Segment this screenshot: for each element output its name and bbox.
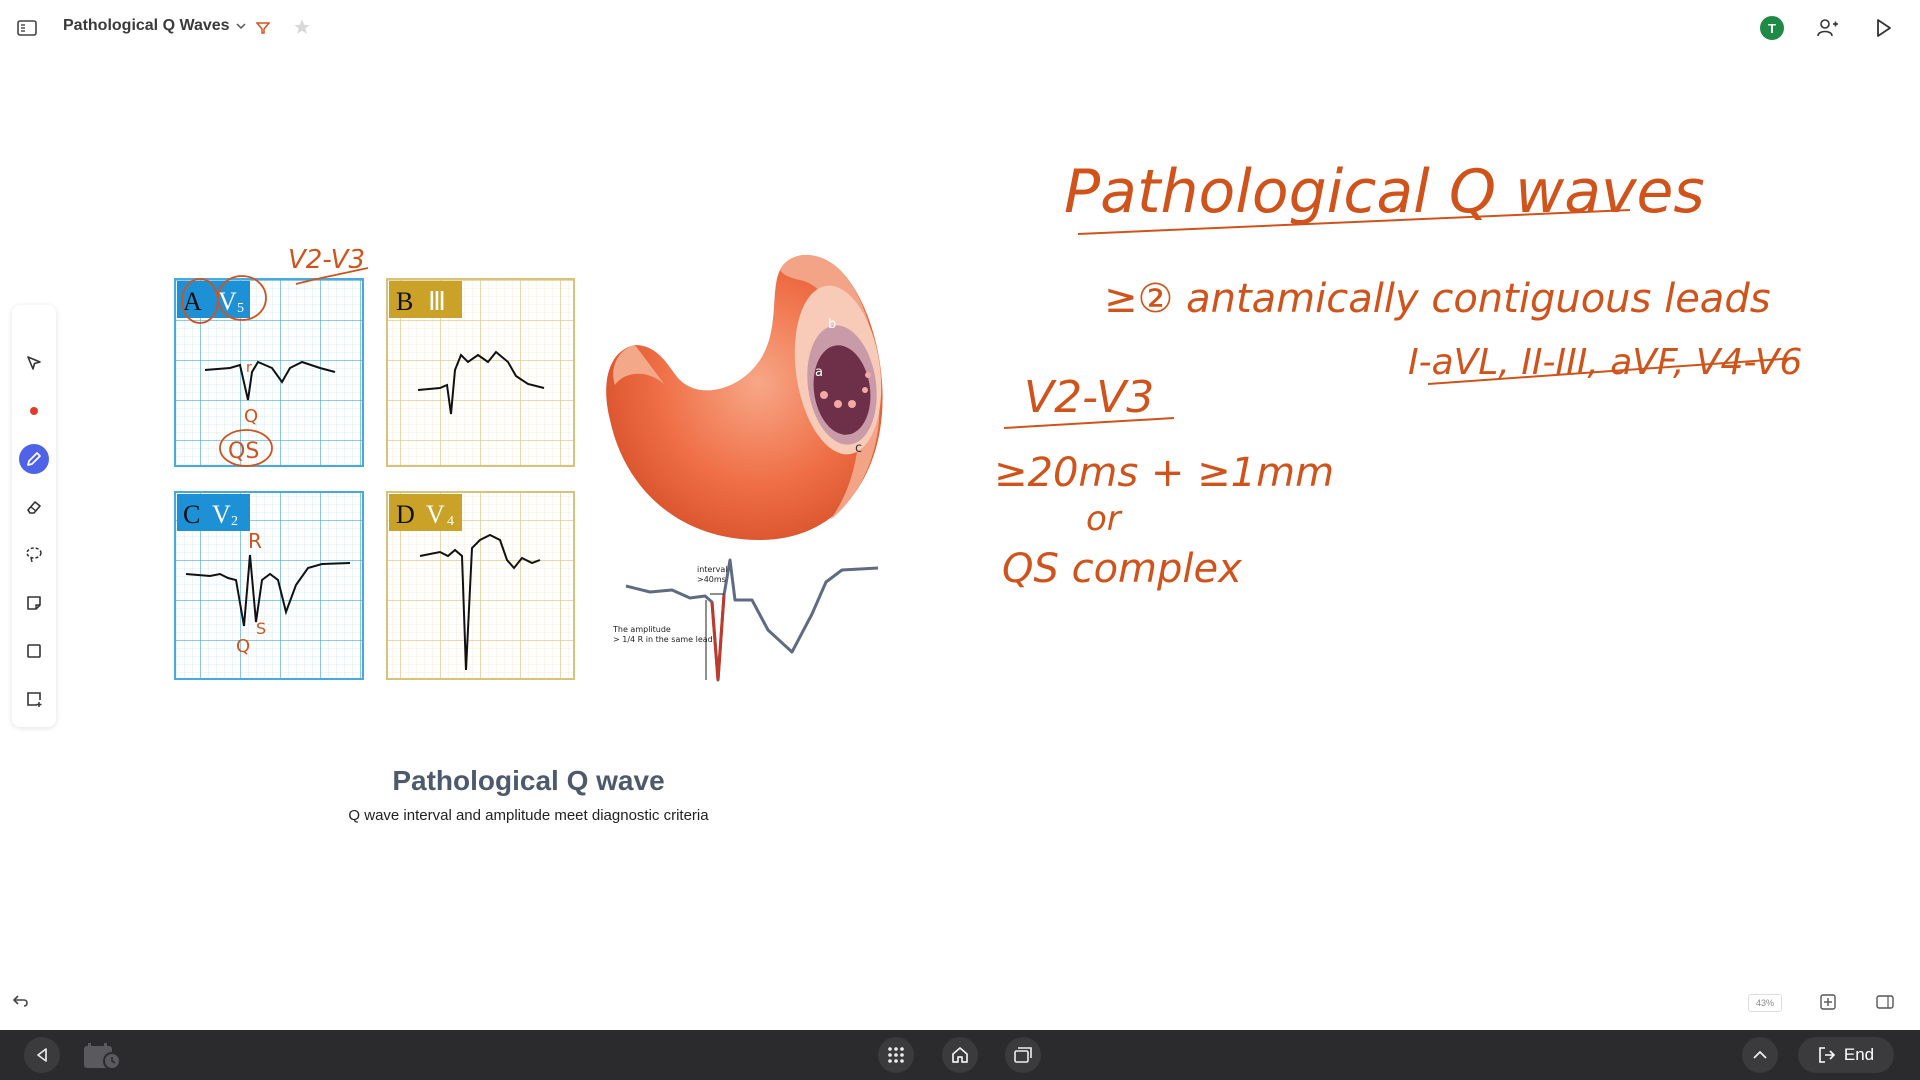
ecg-panel-c: C V 2 bbox=[174, 491, 364, 680]
figure-caption-subtitle: Q wave interval and amplitude meet diagn… bbox=[348, 807, 709, 824]
heart-label-b: b bbox=[828, 317, 836, 332]
end-session-label: End bbox=[1843, 1045, 1875, 1064]
annotation-small-v2v3: V2-V3 bbox=[288, 245, 365, 275]
document-title[interactable]: Pathological Q Waves bbox=[63, 17, 246, 35]
ecg-panel-b: B Ⅲ bbox=[386, 278, 575, 467]
annotation-q2: Q bbox=[236, 636, 250, 657]
sidebar-toggle-icon[interactable] bbox=[16, 17, 38, 39]
heart-label-a: a bbox=[815, 365, 823, 380]
zoom-level[interactable]: 43% bbox=[1748, 994, 1782, 1012]
whiteboard-canvas[interactable]: A V 5 B Ⅲ C V 2 D V 4 a b c interval >40… bbox=[0, 56, 1920, 986]
calendar-clock-icon[interactable] bbox=[80, 1040, 124, 1072]
end-session-button[interactable]: End bbox=[1798, 1037, 1894, 1073]
heart-label-c: c bbox=[855, 441, 862, 456]
panel-a-lead: V bbox=[218, 287, 237, 316]
expand-up-button[interactable] bbox=[1742, 1037, 1778, 1073]
handwriting-qs-complex: QS complex bbox=[1002, 546, 1242, 592]
ecg-amplitude-label-1: The amplitude bbox=[612, 625, 671, 634]
handwriting-v2v3: V2-V3 bbox=[1024, 372, 1154, 423]
star-icon[interactable] bbox=[292, 17, 312, 37]
panel-b-letter: B bbox=[396, 287, 413, 316]
ecg-interval-label-1: interval bbox=[697, 565, 728, 574]
annotation-r2: r bbox=[246, 360, 252, 376]
ecg-panel-a: A V 5 bbox=[174, 278, 364, 467]
panel-c-lead-sub: 2 bbox=[231, 514, 238, 529]
panel-d-lead-sub: 4 bbox=[447, 514, 454, 529]
system-taskbar: End bbox=[0, 1030, 1920, 1080]
avatar-initial: T bbox=[1768, 20, 1776, 36]
filter-icon[interactable] bbox=[254, 19, 272, 37]
windows-icon bbox=[1014, 1047, 1032, 1063]
present-play-icon[interactable] bbox=[1872, 16, 1896, 40]
page-list-icon[interactable] bbox=[1874, 992, 1896, 1012]
back-triangle-icon bbox=[37, 1048, 47, 1062]
grid-apps-icon bbox=[888, 1047, 904, 1063]
handwriting-line1: ≥② antamically contiguous leads bbox=[1104, 276, 1771, 322]
annotation-qs: QS bbox=[228, 439, 259, 464]
home-button[interactable] bbox=[942, 1037, 978, 1073]
panel-d-letter: D bbox=[396, 500, 415, 529]
back-button[interactable] bbox=[24, 1037, 60, 1073]
annotation-r: R bbox=[248, 529, 262, 553]
annotation-q: Q bbox=[244, 406, 258, 427]
add-user-icon[interactable] bbox=[1816, 16, 1840, 40]
recent-apps-button[interactable] bbox=[1005, 1037, 1041, 1073]
handwriting-title: Pathological Q waves bbox=[1064, 157, 1705, 227]
exit-icon bbox=[1819, 1047, 1836, 1063]
handwriting-or: or bbox=[1086, 499, 1123, 539]
chevron-up-icon bbox=[1753, 1050, 1767, 1059]
home-icon bbox=[952, 1047, 968, 1063]
panel-c-letter: C bbox=[183, 500, 200, 529]
undo-icon[interactable] bbox=[10, 990, 32, 1012]
panel-c-lead: V bbox=[212, 500, 231, 529]
annotation-s: S bbox=[256, 619, 266, 638]
document-title-text: Pathological Q Waves bbox=[63, 17, 230, 34]
panel-a-lead-sub: 5 bbox=[237, 301, 244, 316]
panel-a-letter: A bbox=[183, 287, 202, 316]
figure-caption-title: Pathological Q wave bbox=[392, 765, 665, 796]
panel-b-lead: Ⅲ bbox=[428, 287, 446, 316]
q-wave-ecg-illustration: interval >40ms The amplitude > 1/4 R in … bbox=[612, 558, 879, 682]
user-avatar[interactable]: T bbox=[1760, 16, 1784, 40]
top-bar: Pathological Q Waves T bbox=[0, 0, 1920, 56]
add-page-icon[interactable] bbox=[1818, 992, 1838, 1012]
panel-d-lead: V bbox=[426, 500, 445, 529]
zoom-level-text: 43% bbox=[1755, 998, 1774, 1008]
handwriting-criteria: ≥20ms + ≥1mm bbox=[994, 450, 1334, 496]
ecg-interval-label-2: >40ms bbox=[697, 575, 726, 584]
apps-button[interactable] bbox=[878, 1037, 914, 1073]
ecg-amplitude-label-2: > 1/4 R in the same lead bbox=[613, 635, 713, 644]
chevron-down-icon bbox=[236, 23, 246, 30]
ecg-panel-d: D V 4 bbox=[386, 491, 575, 680]
heart-infarct-illustration: a b c bbox=[606, 255, 883, 540]
